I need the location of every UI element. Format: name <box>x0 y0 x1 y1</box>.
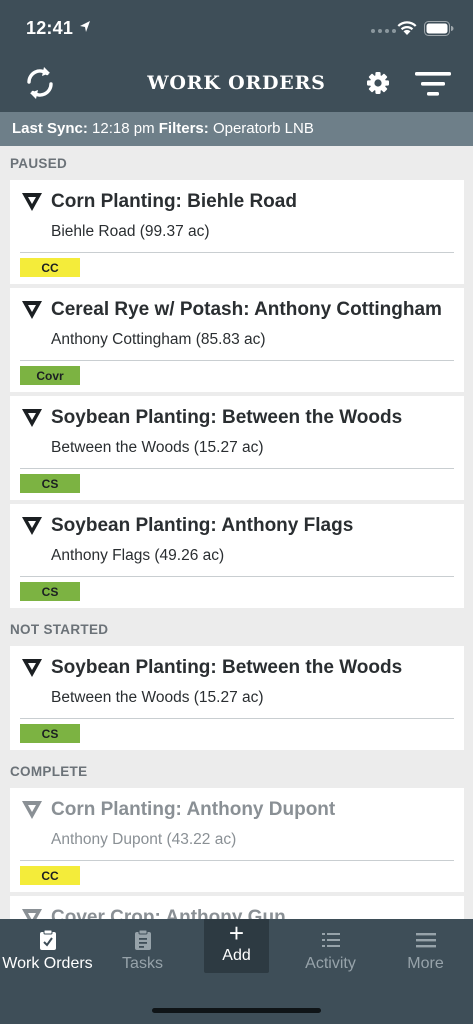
location-arrow-icon <box>80 21 90 32</box>
work-order-field: Between the Woods (15.27 ac) <box>51 689 264 706</box>
work-order-title: Cover Crop: Anthony Gun <box>51 907 286 919</box>
work-order-title: Cereal Rye w/ Potash: Anthony Cottingham <box>51 299 442 320</box>
work-order-icon <box>22 801 42 819</box>
work-order-icon <box>22 301 42 319</box>
tab-activity[interactable]: Activity <box>283 919 378 989</box>
work-order-card[interactable]: Cereal Rye w/ Potash: Anthony Cottingham… <box>10 288 464 392</box>
home-indicator <box>152 1008 321 1013</box>
work-order-icon <box>22 409 42 427</box>
menu-icon <box>415 933 436 948</box>
work-order-icon <box>22 659 42 677</box>
divider <box>20 718 454 719</box>
divider <box>20 252 454 253</box>
divider <box>20 860 454 861</box>
work-order-icon <box>22 517 42 535</box>
work-order-card[interactable]: Soybean Planting: Between the Woods Betw… <box>10 396 464 500</box>
work-order-card[interactable]: Cover Crop: Anthony Gun <box>10 896 464 919</box>
work-order-icon <box>22 193 42 211</box>
filters-label: Filters: <box>158 120 209 137</box>
work-order-field: Biehle Road (99.37 ac) <box>51 223 210 240</box>
work-order-field: Anthony Dupont (43.22 ac) <box>51 831 237 848</box>
divider <box>20 468 454 469</box>
status-time: 12:41 <box>26 18 74 38</box>
battery-icon <box>424 21 454 36</box>
crop-tag: CS <box>20 724 80 743</box>
gear-icon[interactable] <box>364 69 392 97</box>
filter-icon[interactable] <box>414 69 452 99</box>
crop-tag: Covr <box>20 366 80 385</box>
divider <box>20 576 454 577</box>
tab-work-orders[interactable]: Work Orders <box>0 919 95 989</box>
tab-more[interactable]: More <box>378 919 473 989</box>
last-sync-label: Last Sync: <box>12 120 88 137</box>
work-order-field: Between the Woods (15.27 ac) <box>51 439 264 456</box>
work-order-card[interactable]: Corn Planting: Anthony Dupont Anthony Du… <box>10 788 464 892</box>
status-bar: 12:41 <box>0 0 473 56</box>
crop-tag: CS <box>20 582 80 601</box>
tab-label: Tasks <box>122 955 163 972</box>
clipboard-list-icon <box>134 929 151 950</box>
sync-status-bar: Last Sync: 12:18 pm Filters: Operatorb L… <box>0 112 473 146</box>
tab-label: Work Orders <box>2 955 93 972</box>
work-order-title: Soybean Planting: Between the Woods <box>51 407 403 428</box>
work-order-title: Corn Planting: Anthony Dupont <box>51 799 336 820</box>
section-header-paused: PAUSED <box>10 156 68 171</box>
plus-icon: + <box>228 918 245 948</box>
work-order-card[interactable]: Soybean Planting: Between the Woods Betw… <box>10 646 464 750</box>
add-button[interactable]: + Add <box>204 919 269 973</box>
work-order-field: Anthony Cottingham (85.83 ac) <box>51 331 266 348</box>
work-order-title: Soybean Planting: Anthony Flags <box>51 515 354 536</box>
signal-icon <box>371 29 396 33</box>
work-order-title: Corn Planting: Biehle Road <box>51 191 297 212</box>
tab-label: More <box>407 955 444 972</box>
activity-list-icon <box>321 933 340 947</box>
section-header-complete: COMPLETE <box>10 764 88 779</box>
crop-tag: CC <box>20 866 80 885</box>
work-order-card[interactable]: Soybean Planting: Anthony Flags Anthony … <box>10 504 464 608</box>
filters-value[interactable]: Operatorb LNB <box>213 120 314 137</box>
work-order-title: Soybean Planting: Between the Woods <box>51 657 403 678</box>
divider <box>20 360 454 361</box>
add-label: Add <box>222 947 251 964</box>
work-order-list[interactable]: PAUSED Corn Planting: Biehle Road Biehle… <box>0 146 473 919</box>
crop-tag: CS <box>20 474 80 493</box>
crop-tag: CC <box>20 258 80 277</box>
section-header-not-started: NOT STARTED <box>10 622 109 637</box>
wifi-icon <box>397 21 417 35</box>
work-order-icon <box>22 909 42 919</box>
tab-tasks[interactable]: Tasks <box>95 919 190 989</box>
tab-label: Activity <box>305 955 356 972</box>
page-title: WORK ORDERS <box>147 72 326 94</box>
last-sync-value: 12:18 pm <box>92 120 155 137</box>
work-order-card[interactable]: Corn Planting: Biehle Road Biehle Road (… <box>10 180 464 284</box>
work-order-field: Anthony Flags (49.26 ac) <box>51 547 225 564</box>
clipboard-check-icon <box>39 929 56 950</box>
app-header: WORK ORDERS <box>0 56 473 112</box>
